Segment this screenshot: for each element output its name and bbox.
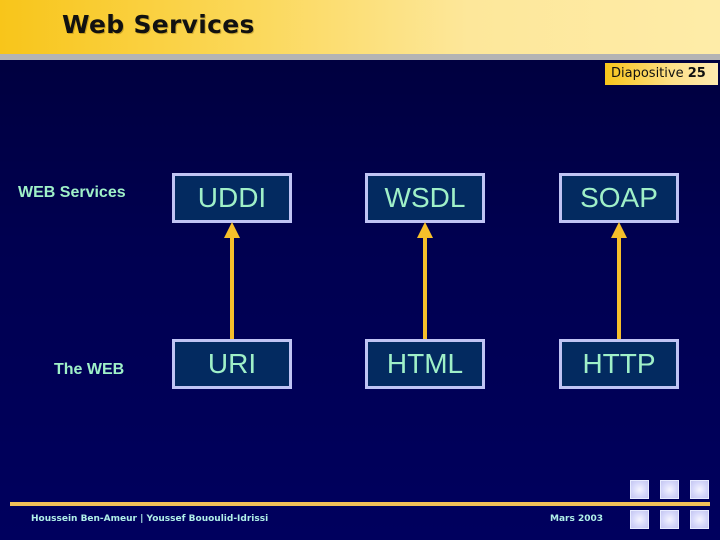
nav-button-6[interactable] (690, 510, 709, 529)
arrow-shaft (230, 236, 234, 339)
box-wsdl: WSDL (365, 173, 485, 223)
header-divider (0, 54, 720, 60)
slide-number: 25 (687, 66, 706, 81)
row-label-the-web: The WEB (54, 361, 125, 378)
footer-authors: Houssein Ben-Ameur | Youssef Bououlid-Id… (31, 514, 269, 524)
arrow-shaft (617, 236, 621, 339)
box-html: HTML (365, 339, 485, 389)
box-http: HTTP (559, 339, 679, 389)
nav-button-1[interactable] (630, 480, 649, 499)
nav-button-5[interactable] (660, 510, 679, 529)
title-bar: Web Services (0, 0, 720, 54)
nav-button-3[interactable] (690, 480, 709, 499)
slide-number-badge: Diapositive 25 (605, 63, 718, 85)
slide-title: Web Services (62, 10, 255, 39)
arrow-shaft (423, 236, 427, 339)
slide-number-label: Diapositive (611, 66, 684, 81)
nav-button-4[interactable] (630, 510, 649, 529)
box-soap: SOAP (559, 173, 679, 223)
row-label-web-services: WEB Services (18, 184, 126, 201)
footer-divider (10, 502, 710, 506)
box-uri: URI (172, 339, 292, 389)
footer-date: Mars 2003 (550, 514, 604, 524)
box-uddi: UDDI (172, 173, 292, 223)
nav-button-2[interactable] (660, 480, 679, 499)
